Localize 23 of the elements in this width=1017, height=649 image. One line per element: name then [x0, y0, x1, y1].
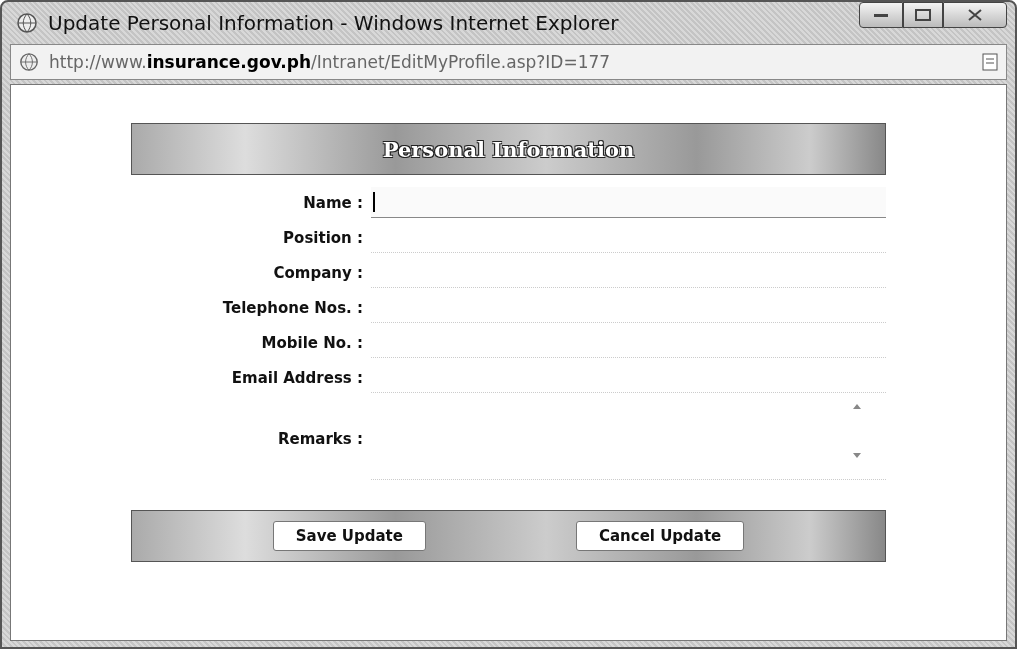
form-heading: Personal Information — [382, 136, 635, 162]
field-label: Telephone Nos. : — [221, 298, 363, 317]
minimize-icon — [873, 11, 889, 19]
field-label: Email Address : — [230, 368, 363, 387]
maximize-button[interactable] — [903, 2, 943, 28]
save-button[interactable]: Save Update — [272, 521, 426, 551]
field-label: Mobile No. : — [260, 333, 363, 352]
window-title: Update Personal Information - Windows Internet Explorer — [48, 11, 620, 35]
globe-icon — [19, 52, 39, 72]
cancel-button[interactable]: Cancel Update — [575, 521, 745, 551]
url-text: http://www.insurance.gov.ph/Intranet/EditMyProfile.asp?ID=177 — [49, 52, 612, 72]
field-label: Remarks : — [277, 429, 363, 448]
field-label: Name : — [302, 193, 363, 212]
close-icon — [968, 9, 982, 21]
page-icon[interactable] — [982, 53, 998, 71]
input-field[interactable] — [371, 187, 886, 218]
close-button[interactable] — [943, 2, 1007, 28]
globe-icon — [16, 12, 38, 34]
minimize-button[interactable] — [859, 2, 903, 28]
maximize-icon — [915, 9, 931, 21]
field-label: Position : — [282, 228, 363, 247]
field-label: Company : — [272, 263, 363, 282]
address-bar[interactable]: http://www.insurance.gov.ph/Intranet/EditMyProfile.asp?ID=177 — [10, 44, 1007, 80]
